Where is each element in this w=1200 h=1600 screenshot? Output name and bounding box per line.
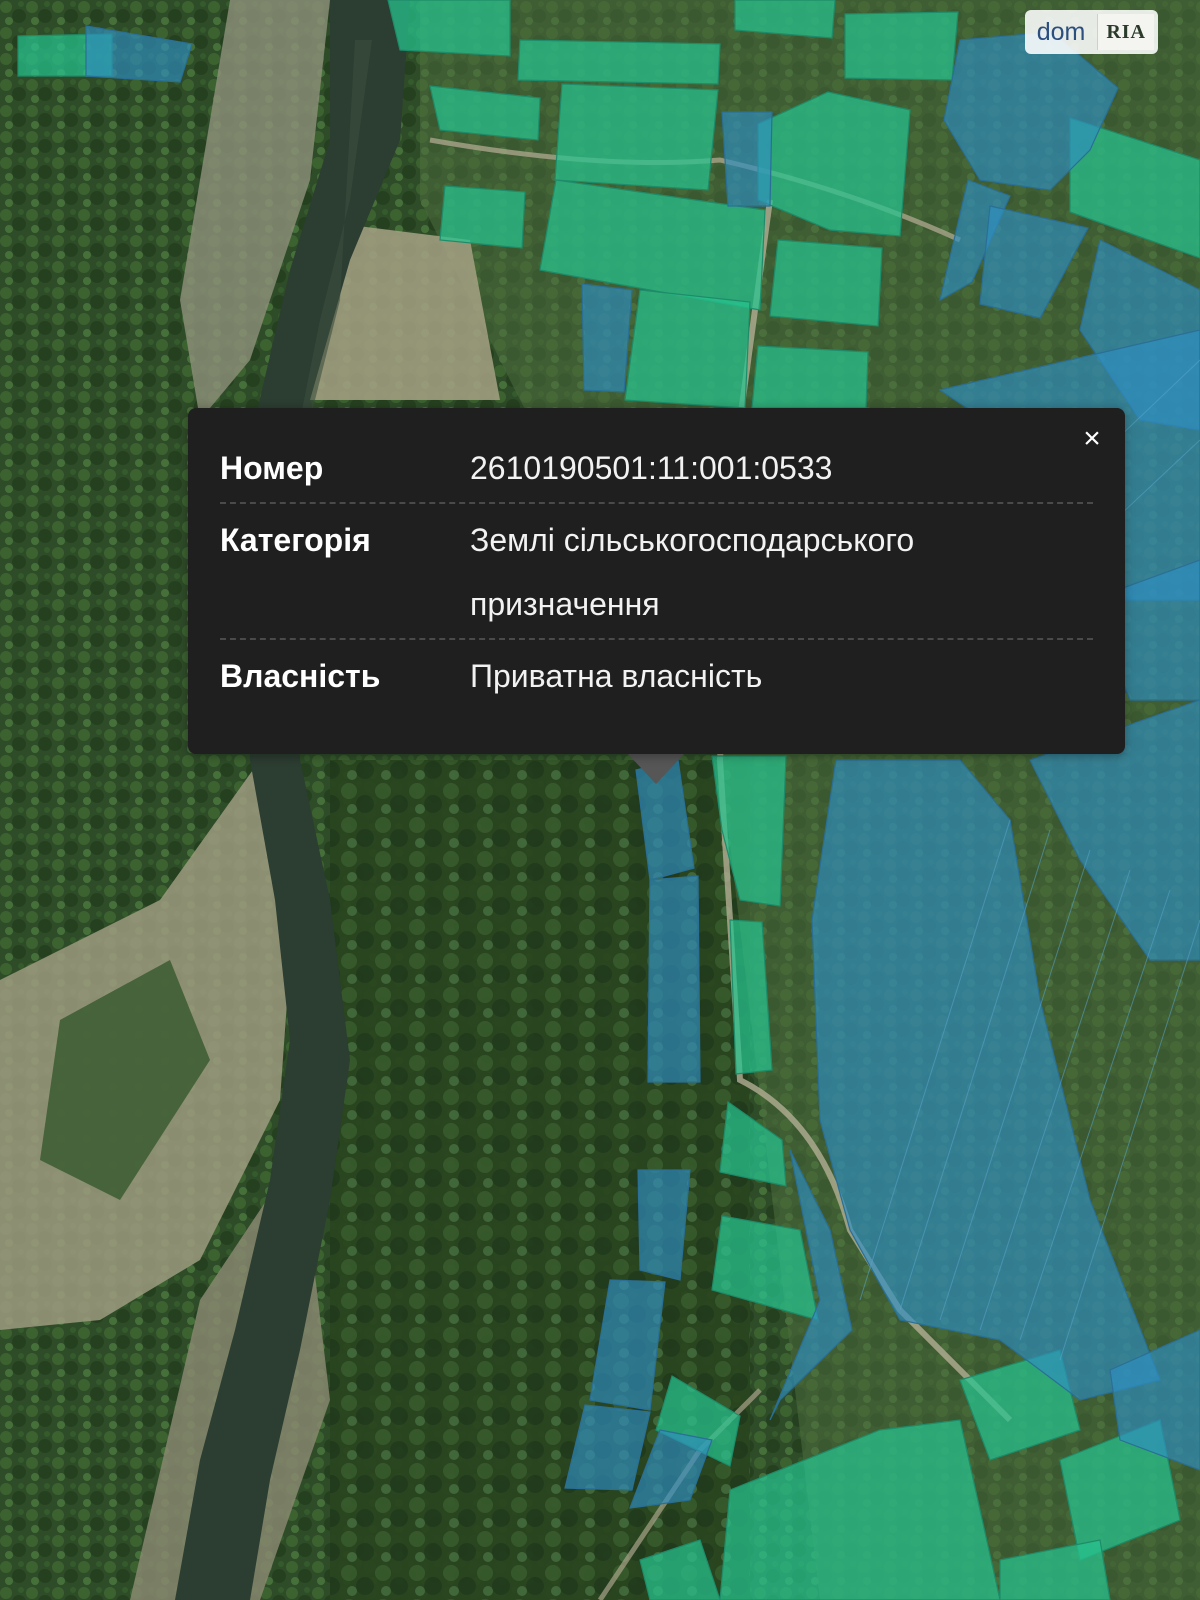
info-label: Категорія bbox=[220, 522, 371, 558]
land-category: Землі сільськогосподарського призначення bbox=[470, 522, 915, 622]
close-icon[interactable]: × bbox=[1075, 422, 1109, 456]
cadastral-number: 2610190501:11:001:0533 bbox=[470, 450, 833, 486]
logo-text-ria: RIA bbox=[1097, 14, 1154, 50]
logo-text-dom: dom bbox=[1036, 18, 1086, 46]
satellite-map[interactable] bbox=[0, 0, 1200, 1600]
map-canvas[interactable] bbox=[0, 0, 1200, 1600]
popup-pointer bbox=[628, 754, 684, 784]
parcel-info-popup: × Номер 2610190501:11:001:0533 Категорія… bbox=[188, 408, 1125, 754]
domria-logo: dom RIA bbox=[1024, 10, 1158, 54]
info-label: Власність bbox=[220, 658, 381, 694]
info-label: Номер bbox=[220, 450, 324, 486]
info-row-ownership: Власність Приватна власність bbox=[220, 640, 1093, 714]
info-row-category: Категорія Землі сільськогосподарського п… bbox=[220, 504, 1093, 640]
ownership-type: Приватна власність bbox=[470, 658, 763, 694]
info-row-number: Номер 2610190501:11:001:0533 bbox=[220, 436, 1093, 504]
